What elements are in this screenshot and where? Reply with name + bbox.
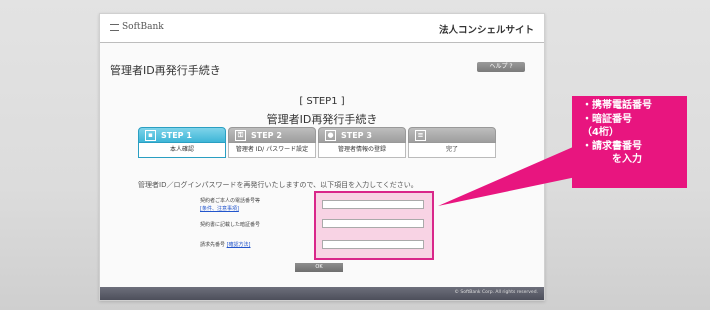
callout-line-2: ・暗証番号	[582, 113, 632, 125]
callout-line-4: ・請求書番号	[582, 140, 642, 152]
callout-line-1: ・携帯電話番号	[582, 100, 652, 111]
annotation-callout: ・携帯電話番号 ・暗証番号 （4桁） ・請求書番号 を入力	[572, 96, 687, 188]
callout-line-3: （4桁）	[582, 127, 619, 138]
callout-line-5: を入力	[612, 154, 642, 165]
